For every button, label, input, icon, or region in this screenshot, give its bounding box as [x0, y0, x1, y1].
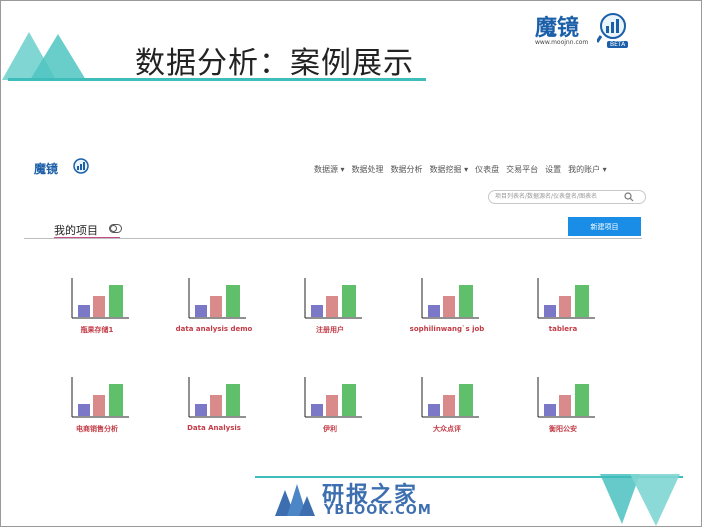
project-name: tablera [548, 325, 578, 333]
bar-chart-icon [71, 377, 129, 418]
nav-item-datasource[interactable]: 数据源 ▾ [314, 164, 345, 175]
bar-chart-icon [188, 377, 246, 418]
watermark-logo-icon [275, 484, 315, 516]
project-name: 电商销售分析 [76, 425, 118, 433]
project-card[interactable]: 注册用户 [275, 278, 385, 348]
project-card[interactable]: Data Analysis [159, 377, 269, 447]
nav-item-data-processing[interactable]: 数据处理 [352, 164, 384, 175]
slide-title: 数据分析：案例展示 [135, 46, 414, 81]
project-card[interactable]: sophilinwang`s job [392, 278, 502, 348]
top-nav: 数据源 ▾ 数据处理 数据分析 数据挖掘 ▾ 仪表盘 交易平台 设置 我的账户 … [314, 164, 607, 175]
section-title: 我的项目 [54, 224, 98, 237]
watermark-en: YBLOOK.COM [324, 503, 432, 518]
toggle-icon[interactable] [109, 224, 122, 233]
bar-chart-icon [71, 278, 129, 319]
bar-chart-icon [304, 377, 362, 418]
project-card[interactable]: 衡阳公安 [508, 377, 618, 447]
app-logo[interactable]: 魔镜 [34, 158, 89, 177]
bar-chart-icon [421, 278, 479, 319]
project-name: sophilinwang`s job [409, 325, 485, 333]
bar-chart-icon [537, 377, 595, 418]
bar-chart-icon [188, 278, 246, 319]
nav-item-data-analysis[interactable]: 数据分析 [391, 164, 423, 175]
brand-logo: 魔镜 www.moojnn.com BETA [535, 10, 635, 56]
project-card[interactable]: 大众点评 [392, 377, 502, 447]
project-card[interactable]: data analysis demo [159, 278, 269, 348]
app-screenshot: 魔镜 数据源 ▾ 数据处理 数据分析 数据挖掘 ▾ 仪表盘 交易平台 设置 我的… [24, 148, 648, 448]
nav-item-trading-platform[interactable]: 交易平台 [506, 164, 538, 175]
magnifier-chart-icon [73, 158, 89, 174]
project-name: 衡阳公安 [549, 425, 577, 433]
project-card[interactable]: 瓶果存储1 [42, 278, 152, 348]
search-icon[interactable] [624, 192, 634, 202]
beta-badge: BETA [607, 41, 629, 48]
decorative-triangles [600, 474, 680, 526]
app-logo-name: 魔镜 [34, 162, 59, 176]
project-card[interactable]: tablera [508, 278, 618, 348]
project-card[interactable]: 电商销售分析 [42, 377, 152, 447]
brand-name: 魔镜 [535, 16, 580, 41]
nav-item-dashboard[interactable]: 仪表盘 [475, 164, 499, 175]
nav-item-settings[interactable]: 设置 [545, 164, 561, 175]
nav-item-data-mining[interactable]: 数据挖掘 ▾ [430, 164, 469, 175]
brand-url: www.moojnn.com [535, 39, 589, 46]
project-name: data analysis demo [175, 325, 253, 333]
section-divider [24, 238, 642, 239]
nav-item-my-account[interactable]: 我的账户 ▾ [568, 164, 607, 175]
project-name: 瓶果存储1 [80, 326, 114, 334]
project-name: 大众点评 [433, 425, 461, 433]
bar-chart-icon [304, 278, 362, 319]
project-card[interactable]: 伊利 [275, 377, 385, 447]
bar-chart-icon [421, 377, 479, 418]
title-rule [8, 78, 426, 81]
project-name: 伊利 [323, 425, 337, 433]
new-project-button[interactable]: 新建项目 [568, 217, 641, 236]
search-input[interactable]: 项目列表名/数据源名/仪表盘名/图表名 [488, 190, 646, 204]
decorative-triangles [2, 32, 86, 80]
bar-chart-icon [537, 278, 595, 319]
project-name: Data Analysis [187, 424, 241, 432]
project-name: 注册用户 [316, 326, 344, 334]
